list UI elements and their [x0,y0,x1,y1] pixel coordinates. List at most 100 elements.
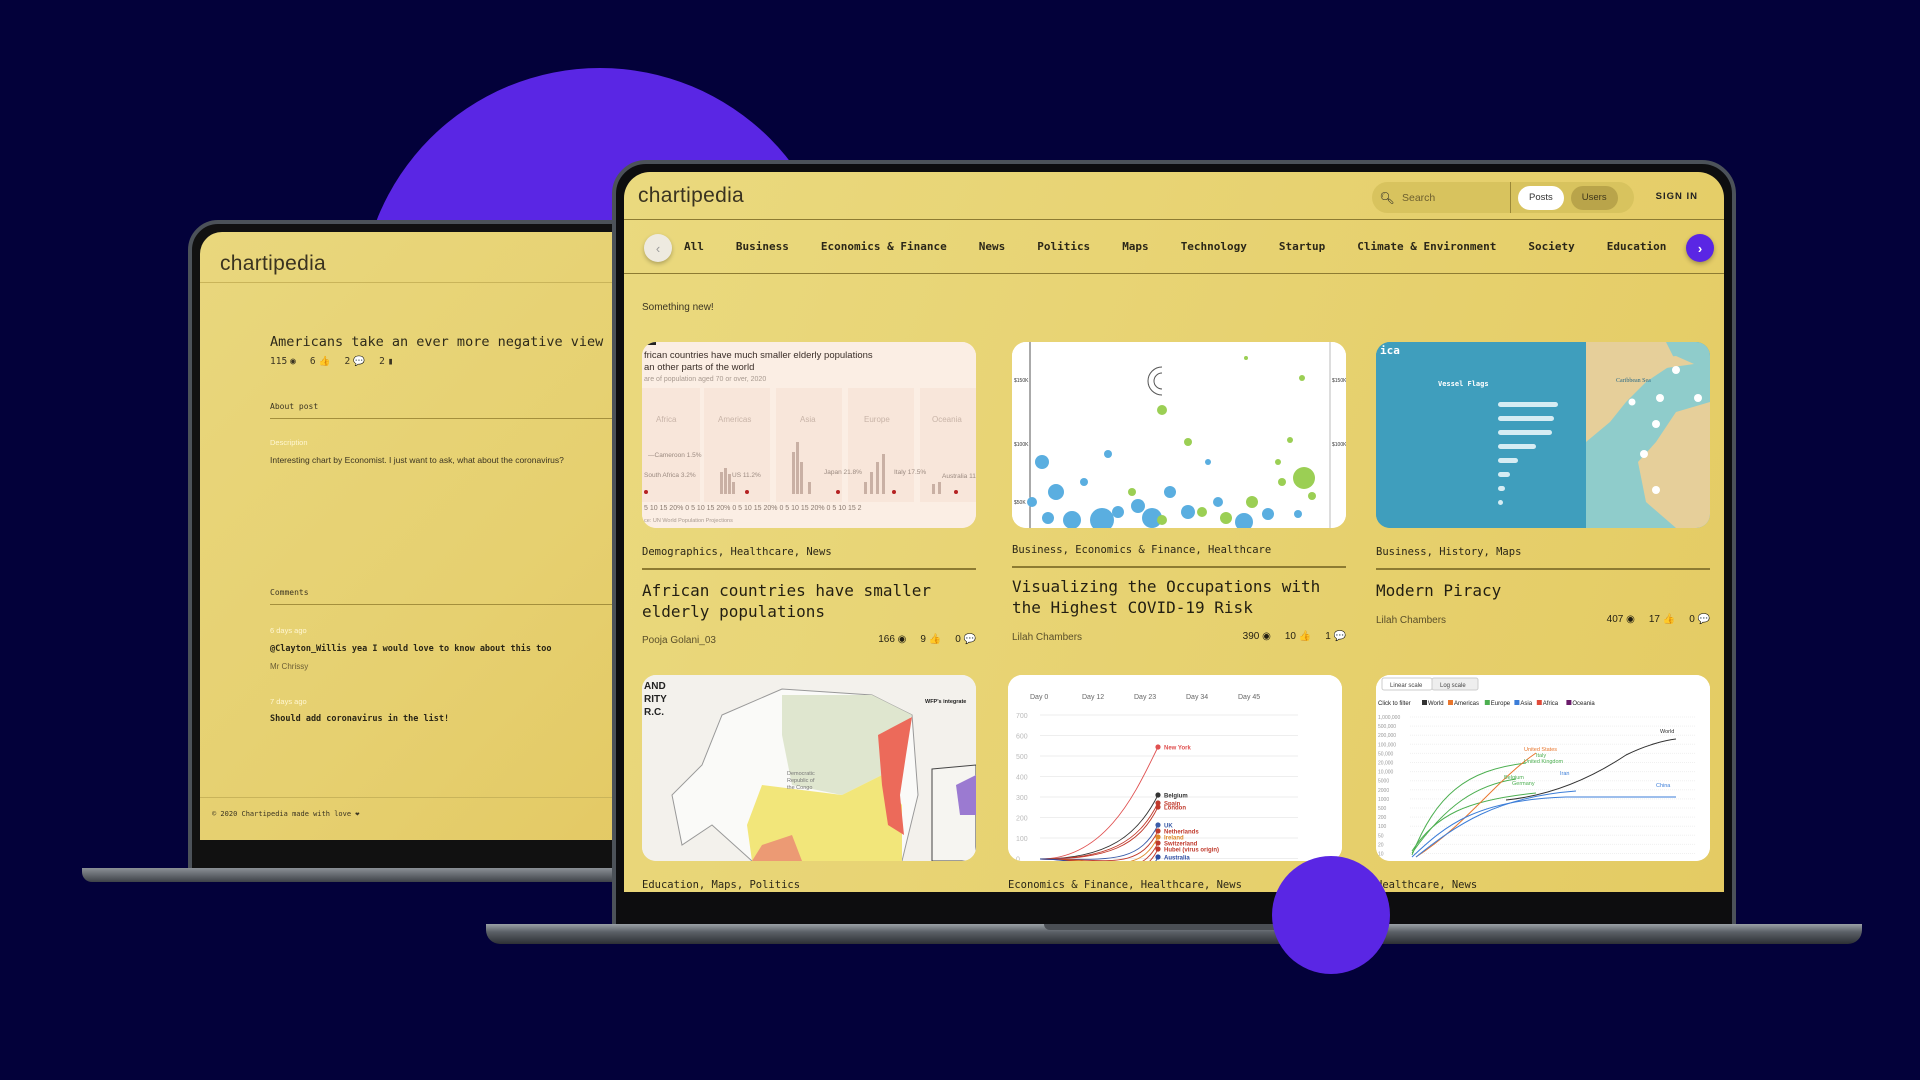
post-tags: Healthcare, News [1376,879,1478,891]
views-stat: 390 ◉ [1242,631,1271,642]
log-scale-label: Log scale [1440,683,1466,689]
y-tick: 1,000,000 [1378,715,1400,721]
comments-stat: 2 💬 [344,356,366,367]
region-asia: Asia [800,415,816,424]
y-tick: 500 [1378,806,1387,812]
post-card[interactable]: Linear scale Log scale Click to filter Worl… [1376,675,1710,892]
post-card[interactable]: ica Vessel Flags Caribbean Sea Business,… [1376,342,1710,662]
series-endpoint [1155,792,1161,798]
legend-swatch[interactable] [1422,700,1427,705]
about-divider [270,418,654,419]
legend-label[interactable]: Europe [1491,701,1511,707]
post-tags: Business, History, Maps [1376,546,1522,558]
category-politics[interactable]: Politics [1037,240,1090,253]
logo[interactable]: chartipedia [220,252,326,276]
y-tick: 20,000 [1378,761,1394,767]
category-business[interactable]: Business [736,240,789,253]
likes-stat[interactable]: 17 👍 [1649,614,1675,625]
y-tick: 20 [1378,842,1384,848]
post-author[interactable]: Pooja Golani_03 [642,635,716,646]
post-card[interactable]: Day 0 Day 12 Day 23 Day 34 Day 45 700 600 500 40… [1008,675,1342,892]
map-heading-line: AND [644,681,666,692]
category-society[interactable]: Society [1528,240,1574,253]
series-endpoint [1155,744,1161,750]
post-title[interactable]: Modern Piracy [1376,580,1501,601]
thumbs-up-icon: 👍 [928,634,942,645]
y-tick: 300 [1016,795,1028,802]
post-title[interactable]: African countries have smaller elderly p… [642,580,962,622]
day-label: Day 12 [1082,694,1104,701]
thumbs-up-icon: 👍 [1662,614,1676,625]
comment-author[interactable]: Mr Chrissy [270,662,308,671]
y-tick: 1000 [1378,797,1389,803]
legend-swatch[interactable] [1536,700,1542,705]
comments-icon: 💬 [963,634,976,645]
legend-swatch[interactable] [1566,700,1572,705]
piracy-map-chart: ica Vessel Flags Caribbean Sea [1376,342,1710,528]
legend-label[interactable]: World [1428,701,1444,707]
chart-thumbnail[interactable]: $150K $100K $50K $150K $100K [1012,342,1346,528]
category-all[interactable]: All [684,240,704,253]
likes-stat[interactable]: 6 👍 [310,356,331,367]
comments-stat: 1 💬 [1325,631,1346,642]
category-news[interactable]: News [979,240,1006,253]
likes-stat[interactable]: 9 👍 [920,634,941,645]
y-tick: 100,000 [1378,742,1396,748]
y-tick: 10,000 [1378,770,1394,776]
thumbs-up-icon: 👍 [1298,631,1312,642]
y-tick: 0 [1016,857,1020,862]
map-country-label: Democratic [787,771,815,777]
y-tick: 700 [1016,713,1028,720]
search-divider [1510,182,1511,213]
y-tick: 100 [1378,824,1387,830]
category-startup[interactable]: Startup [1279,240,1325,253]
chart-thumbnail[interactable]: frican countries have much smaller elder… [642,342,976,528]
likes-stat[interactable]: 10 👍 [1285,631,1311,642]
series-endpoint [1155,822,1161,828]
series-label: Hubei (virus origin) [1164,848,1219,854]
about-post-heading: About post [270,402,319,411]
post-title[interactable]: Visualizing the Occupations with the Hig… [1012,576,1342,618]
legend-label[interactable]: Asia [1520,701,1532,707]
comments-stat: 0 💬 [1689,614,1710,625]
chart-thumbnail[interactable]: Linear scale Log scale Click to filter Worl… [1376,675,1710,861]
bookmarks-stat[interactable]: 2 ▮ [379,356,393,367]
day-label: Day 23 [1134,694,1156,701]
series-endpoint [1155,854,1161,860]
eye-icon: ◉ [290,356,296,367]
day-label: Day 34 [1186,694,1208,701]
category-education[interactable]: Education [1607,240,1667,253]
sign-in-button[interactable]: SIGN IN [1656,191,1698,202]
post-author[interactable]: Lilah Chambers [1376,615,1446,626]
chart-thumbnail[interactable]: AND RITY R.C. WFP's integrate Democratic… [642,675,976,861]
post-author[interactable]: Lilah Chambers [1012,632,1082,643]
chevron-right-icon: › [1697,240,1703,256]
legend-swatch[interactable] [1484,700,1490,705]
legend-swatch[interactable] [1514,700,1520,705]
legend-label[interactable]: Americas [1454,701,1479,707]
chart-thumbnail[interactable]: Day 0 Day 12 Day 23 Day 34 Day 45 700 600 500 40… [1008,675,1342,861]
header: chartipedia 🔍︎ Posts Users SIGN IN [624,172,1724,220]
users-toggle[interactable]: Users [1570,185,1618,210]
logo[interactable]: chartipedia [638,184,744,208]
description-text: Interesting chart by Economist. I just w… [270,455,564,465]
chart-thumbnail[interactable]: ica Vessel Flags Caribbean Sea [1376,342,1710,528]
legend-label[interactable]: Africa [1543,701,1559,707]
legend-swatch[interactable] [1448,700,1453,705]
scroll-right-button[interactable]: › [1686,234,1714,262]
series-endpoint [1155,846,1161,852]
legend-label[interactable]: Oceania [1572,701,1595,707]
scroll-left-button[interactable]: ‹ [644,234,672,262]
category-economics-finance[interactable]: Economics & Finance [821,240,947,253]
posts-toggle[interactable]: Posts [1518,185,1564,210]
category-climate-environment[interactable]: Climate & Environment [1357,240,1496,253]
post-card[interactable]: AND RITY R.C. WFP's integrate Democratic… [642,675,976,892]
region-africa: Africa [656,415,677,424]
post-card[interactable]: frican countries have much smaller elder… [642,342,976,662]
y-label: $50K [1014,500,1026,506]
post-card[interactable]: $150K $100K $50K $150K $100K Business, E… [1012,342,1346,662]
category-technology[interactable]: Technology [1181,240,1247,253]
map-heading-line: RITY [644,694,667,705]
category-maps[interactable]: Maps [1122,240,1149,253]
search-input[interactable] [1402,182,1510,213]
